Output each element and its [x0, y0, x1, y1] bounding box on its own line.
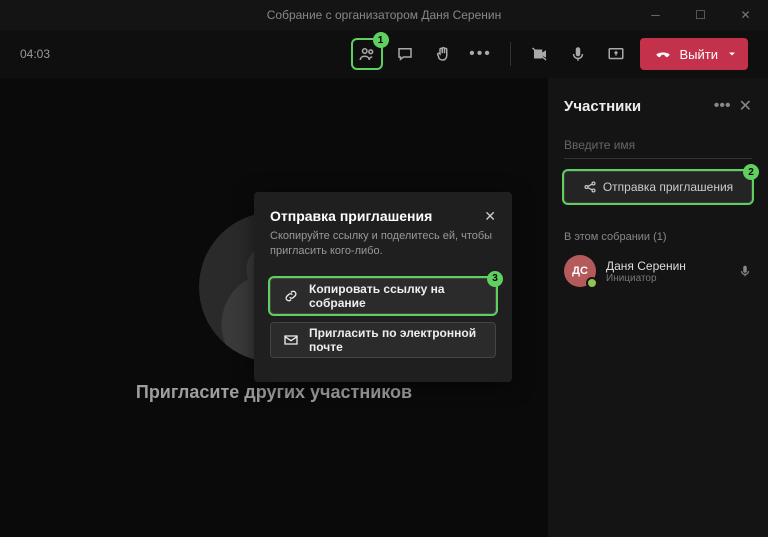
participant-role: Инициатор	[606, 273, 728, 284]
copy-link-button[interactable]: Копировать ссылку на собрание 3	[270, 278, 496, 314]
email-invite-button[interactable]: Пригласить по электронной почте	[270, 322, 496, 358]
maximize-button[interactable]: ☐	[678, 0, 723, 30]
meeting-timer: 04:03	[20, 47, 50, 61]
modal-description: Скопируйте ссылку и поделитесь ей, чтобы…	[270, 229, 496, 260]
panel-more-button[interactable]: •••	[714, 97, 731, 115]
invite-others-text: Пригласите других участников	[136, 382, 412, 403]
share-screen-button[interactable]	[602, 40, 630, 68]
raise-hand-button[interactable]	[429, 40, 457, 68]
panel-title: Участники	[564, 98, 714, 115]
meeting-toolbar: 04:03 1 •••	[0, 30, 768, 78]
modal-close-button[interactable]: ✕	[484, 208, 496, 225]
chat-icon	[396, 45, 414, 63]
participant-avatar: ДС	[564, 255, 596, 287]
modal-title: Отправка приглашения	[270, 208, 484, 224]
window-title: Собрание с организатором Даня Серенин	[267, 8, 501, 22]
hangup-icon	[654, 45, 672, 63]
camera-button[interactable]	[526, 40, 554, 68]
close-window-button[interactable]: ✕	[723, 0, 768, 30]
leave-button[interactable]: Выйти	[640, 38, 749, 70]
share-invite-label: Отправка приглашения	[603, 180, 733, 194]
email-invite-label: Пригласить по электронной почте	[309, 326, 483, 354]
share-invite-button[interactable]: Отправка приглашения 2	[564, 171, 752, 203]
more-button[interactable]: •••	[467, 40, 495, 68]
mic-icon	[738, 264, 752, 278]
participants-panel: Участники ••• ✕ Отправка приглашения 2 В…	[548, 78, 768, 537]
badge-3: 3	[487, 271, 503, 287]
link-icon	[283, 288, 299, 304]
window-controls: ─ ☐ ✕	[633, 0, 768, 30]
app-window: Собрание с организатором Даня Серенин ─ …	[0, 0, 768, 537]
badge-1: 1	[373, 32, 389, 48]
presence-available-icon	[586, 277, 598, 289]
camera-off-icon	[531, 45, 549, 63]
participants-button[interactable]: 1	[353, 40, 381, 68]
divider	[510, 42, 511, 66]
leave-label: Выйти	[680, 47, 719, 62]
share-invite-modal: Отправка приглашения ✕ Скопируйте ссылку…	[254, 192, 512, 382]
chevron-down-icon	[726, 48, 738, 60]
minimize-button[interactable]: ─	[633, 0, 678, 30]
hand-icon	[434, 45, 452, 63]
mic-button[interactable]	[564, 40, 592, 68]
participant-initials: ДС	[572, 265, 588, 277]
panel-close-button[interactable]: ✕	[739, 96, 752, 116]
more-icon: •••	[469, 45, 492, 63]
badge-2: 2	[743, 164, 759, 180]
chat-button[interactable]	[391, 40, 419, 68]
share-icon	[607, 45, 625, 63]
participant-row[interactable]: ДС Даня Серенин Инициатор	[564, 255, 752, 287]
mic-icon	[569, 45, 587, 63]
people-icon	[358, 45, 376, 63]
share-link-icon	[583, 180, 597, 194]
email-icon	[283, 332, 299, 348]
in-meeting-label: В этом собрании (1)	[564, 231, 752, 243]
participant-name: Даня Серенин	[606, 259, 728, 273]
copy-link-label: Копировать ссылку на собрание	[309, 282, 483, 310]
titlebar: Собрание с организатором Даня Серенин ─ …	[0, 0, 768, 30]
name-search-input[interactable]	[564, 132, 752, 159]
